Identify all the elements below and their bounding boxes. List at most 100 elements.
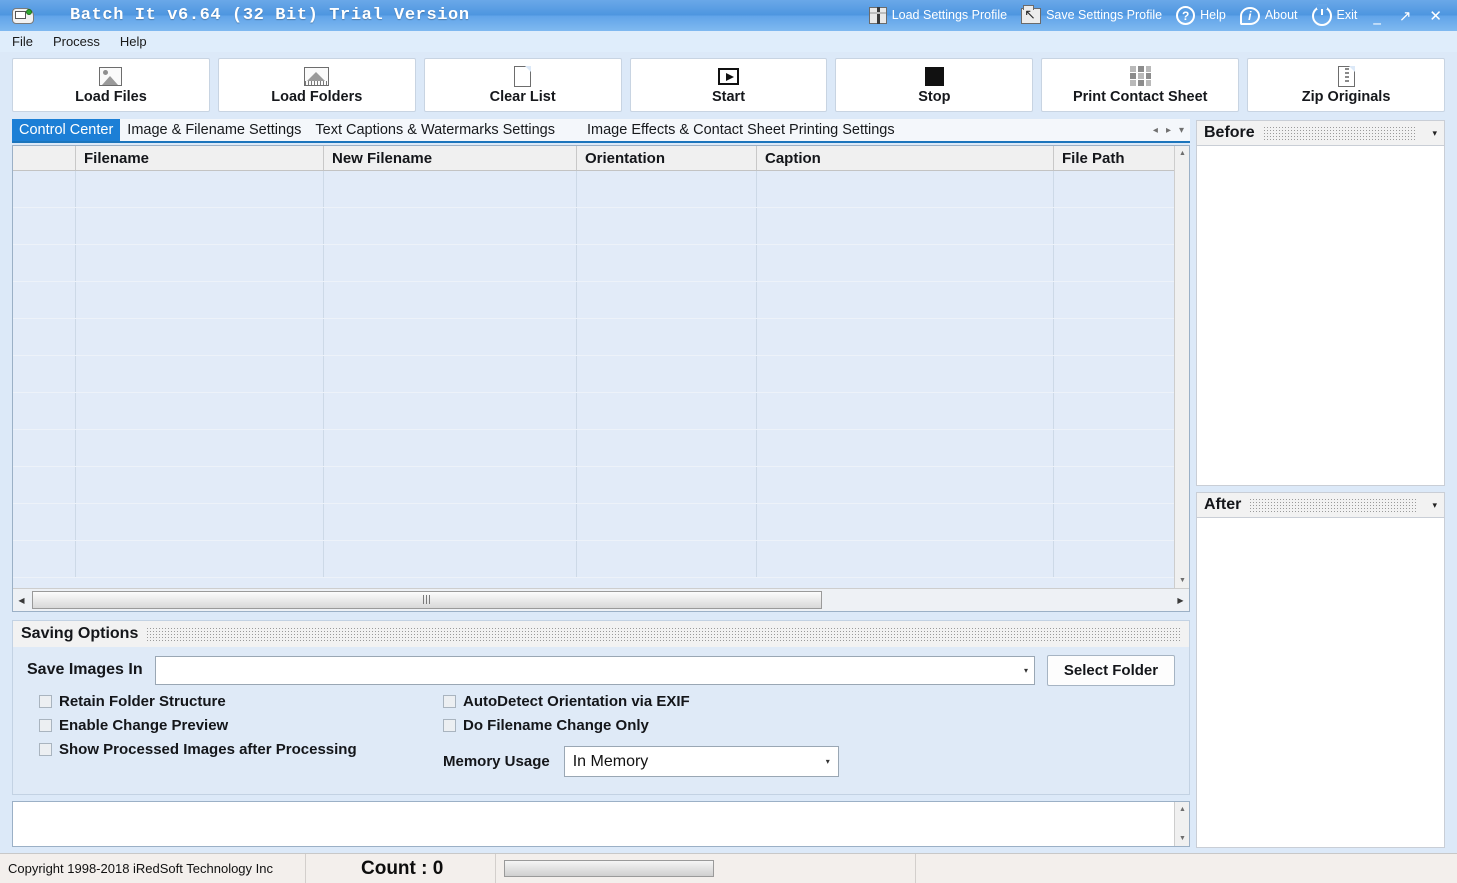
table-cell[interactable] [1054, 319, 1176, 355]
table-cell[interactable] [757, 319, 1054, 355]
table-cell[interactable] [76, 245, 324, 281]
maximize-button[interactable]: ↗ [1390, 0, 1421, 31]
table-cell[interactable] [76, 504, 324, 540]
scroll-right-icon[interactable]: ▶ [1172, 590, 1189, 611]
table-cell[interactable] [76, 541, 324, 577]
table-cell[interactable] [577, 319, 757, 355]
table-cell[interactable] [324, 282, 577, 318]
table-cell[interactable] [324, 393, 577, 429]
table-cell[interactable] [13, 319, 76, 355]
scroll-up-icon[interactable]: ▲ [1175, 802, 1190, 817]
table-cell[interactable] [13, 504, 76, 540]
table-cell[interactable] [1054, 245, 1176, 281]
table-cell[interactable] [1054, 504, 1176, 540]
table-cell[interactable] [577, 393, 757, 429]
table-row[interactable] [13, 282, 1189, 319]
exit-button[interactable]: Exit [1305, 0, 1365, 31]
menu-item-help[interactable]: Help [120, 34, 147, 49]
table-cell[interactable] [13, 430, 76, 466]
load-folders-button[interactable]: Load Folders [217, 58, 416, 112]
table-cell[interactable] [76, 282, 324, 318]
log-vertical-scrollbar[interactable]: ▲ ▼ [1174, 802, 1189, 846]
table-cell[interactable] [757, 171, 1054, 207]
table-row[interactable] [13, 245, 1189, 282]
tab-next-icon[interactable]: ▸ [1166, 125, 1171, 136]
table-cell[interactable] [76, 171, 324, 207]
table-cell[interactable] [324, 430, 577, 466]
load-files-button[interactable]: Load Files [12, 58, 210, 112]
table-cell[interactable] [1054, 393, 1176, 429]
table-cell[interactable] [757, 504, 1054, 540]
do-filename-change-only-row[interactable]: Do Filename Change Only [443, 717, 839, 734]
table-cell[interactable] [13, 245, 76, 281]
table-cell[interactable] [324, 245, 577, 281]
scroll-down-icon[interactable]: ▼ [1175, 573, 1189, 588]
grid-header-file-path[interactable]: File Path [1054, 146, 1176, 170]
grid-header-filename[interactable]: Filename [76, 146, 324, 170]
table-cell[interactable] [757, 430, 1054, 466]
table-cell[interactable] [324, 467, 577, 503]
table-cell[interactable] [757, 282, 1054, 318]
table-cell[interactable] [13, 171, 76, 207]
autodetect-orientation-checkbox[interactable] [443, 695, 456, 708]
file-list-grid[interactable]: Filename New Filename Orientation Captio… [12, 145, 1190, 612]
grid-horizontal-scrollbar[interactable]: ◀ ▶ [13, 588, 1189, 611]
tab-image-filename-settings[interactable]: Image & Filename Settings [120, 119, 308, 141]
chevron-down-icon[interactable]: ▾ [1179, 125, 1184, 136]
table-row[interactable] [13, 319, 1189, 356]
menu-item-file[interactable]: File [12, 34, 33, 49]
after-preview-area[interactable] [1196, 518, 1445, 848]
table-cell[interactable] [76, 356, 324, 392]
table-cell[interactable] [324, 208, 577, 244]
table-cell[interactable] [577, 208, 757, 244]
table-cell[interactable] [577, 541, 757, 577]
grid-body[interactable] [13, 171, 1189, 591]
table-cell[interactable] [757, 356, 1054, 392]
table-row[interactable] [13, 208, 1189, 245]
table-row[interactable] [13, 171, 1189, 208]
grid-vertical-scrollbar[interactable]: ▲ ▼ [1174, 146, 1189, 588]
table-cell[interactable] [324, 356, 577, 392]
enable-change-preview-row[interactable]: Enable Change Preview [39, 717, 443, 734]
retain-folder-structure-checkbox[interactable] [39, 695, 52, 708]
table-cell[interactable] [13, 467, 76, 503]
hscroll-thumb[interactable] [32, 590, 822, 609]
table-cell[interactable] [577, 430, 757, 466]
table-cell[interactable] [76, 430, 324, 466]
before-preview-area[interactable] [1196, 146, 1445, 486]
table-cell[interactable] [1054, 208, 1176, 244]
table-cell[interactable] [577, 282, 757, 318]
table-cell[interactable] [13, 356, 76, 392]
table-cell[interactable] [13, 393, 76, 429]
table-cell[interactable] [757, 467, 1054, 503]
table-cell[interactable] [76, 319, 324, 355]
grid-header-select[interactable] [13, 146, 76, 170]
tab-prev-icon[interactable]: ◂ [1153, 125, 1158, 136]
table-cell[interactable] [324, 541, 577, 577]
grid-header-new-filename[interactable]: New Filename [324, 146, 577, 170]
table-cell[interactable] [757, 541, 1054, 577]
table-cell[interactable] [1054, 171, 1176, 207]
tab-image-effects-contact-sheet-settings[interactable]: Image Effects & Contact Sheet Printing S… [580, 119, 902, 141]
table-cell[interactable] [324, 319, 577, 355]
table-row[interactable] [13, 430, 1189, 467]
table-row[interactable] [13, 541, 1189, 578]
show-processed-images-checkbox[interactable] [39, 743, 52, 756]
save-images-in-combobox[interactable]: ▾ [154, 655, 1035, 685]
table-row[interactable] [13, 504, 1189, 541]
scroll-left-icon[interactable]: ◀ [13, 590, 30, 611]
table-row[interactable] [13, 356, 1189, 393]
help-button[interactable]: ? Help [1169, 0, 1233, 31]
table-cell[interactable] [76, 467, 324, 503]
table-cell[interactable] [76, 393, 324, 429]
table-cell[interactable] [13, 208, 76, 244]
table-cell[interactable] [1054, 430, 1176, 466]
table-row[interactable] [13, 467, 1189, 504]
table-cell[interactable] [1054, 541, 1176, 577]
autodetect-orientation-row[interactable]: AutoDetect Orientation via EXIF [443, 693, 839, 710]
table-cell[interactable] [757, 393, 1054, 429]
grid-header-caption[interactable]: Caption [757, 146, 1054, 170]
table-cell[interactable] [1054, 282, 1176, 318]
table-cell[interactable] [324, 171, 577, 207]
scroll-up-icon[interactable]: ▲ [1175, 146, 1189, 161]
